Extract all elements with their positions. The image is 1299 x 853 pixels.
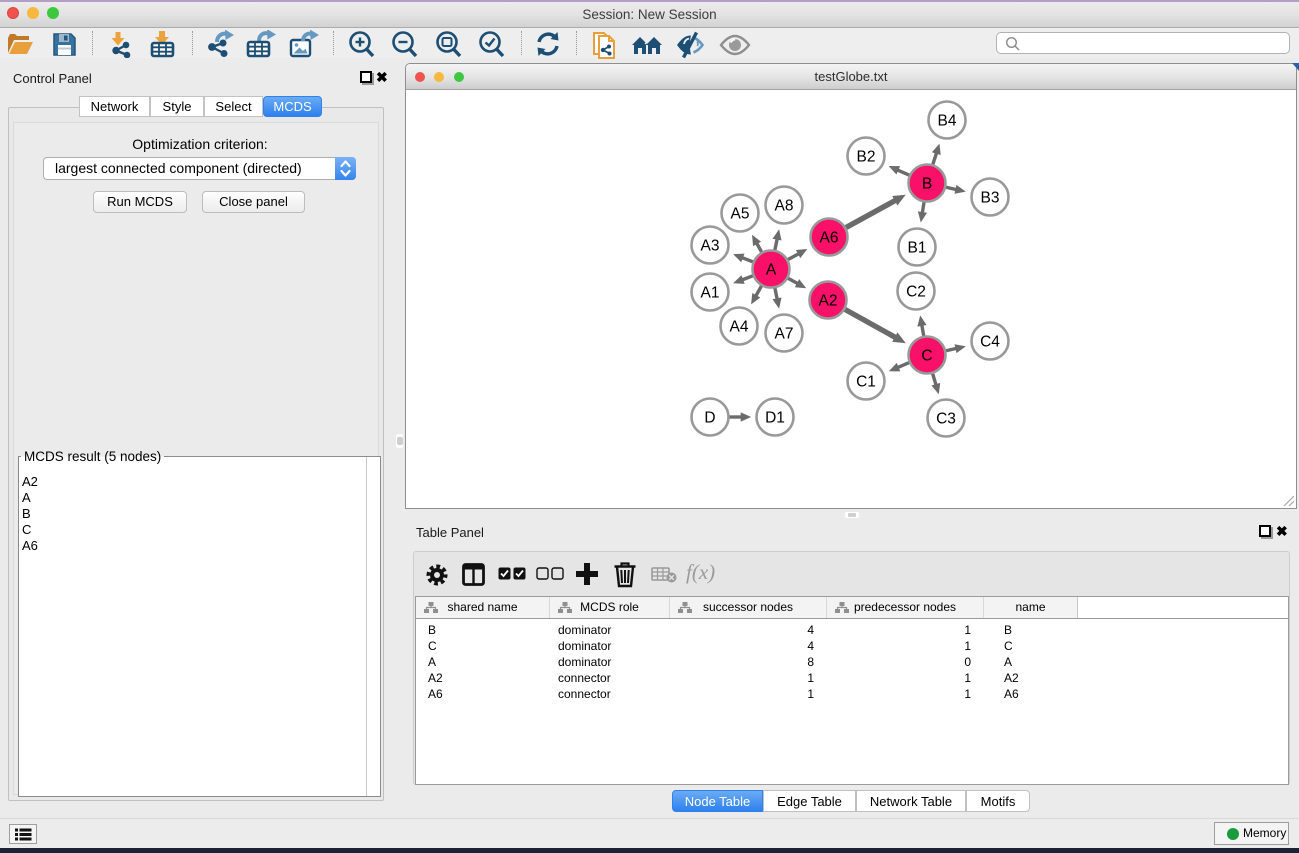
svg-text:B1: B1 bbox=[908, 240, 927, 257]
svg-text:D: D bbox=[704, 410, 715, 427]
svg-text:A8: A8 bbox=[775, 198, 794, 215]
svg-text:A5: A5 bbox=[731, 206, 750, 223]
svg-text:C1: C1 bbox=[856, 374, 876, 391]
svg-text:C4: C4 bbox=[980, 334, 1000, 351]
svg-text:A4: A4 bbox=[730, 319, 749, 336]
svg-text:C2: C2 bbox=[906, 284, 926, 301]
svg-text:B2: B2 bbox=[857, 149, 876, 166]
svg-text:A1: A1 bbox=[701, 285, 720, 302]
svg-text:B3: B3 bbox=[981, 190, 1000, 207]
svg-text:A7: A7 bbox=[775, 326, 794, 343]
svg-text:A: A bbox=[766, 262, 777, 279]
svg-text:D1: D1 bbox=[765, 410, 785, 427]
svg-text:A3: A3 bbox=[701, 238, 720, 255]
svg-text:C3: C3 bbox=[936, 411, 956, 428]
svg-text:C: C bbox=[921, 348, 932, 365]
svg-text:A6: A6 bbox=[820, 230, 839, 247]
svg-text:B: B bbox=[922, 176, 932, 193]
svg-text:B4: B4 bbox=[938, 113, 957, 130]
svg-text:A2: A2 bbox=[819, 293, 838, 310]
